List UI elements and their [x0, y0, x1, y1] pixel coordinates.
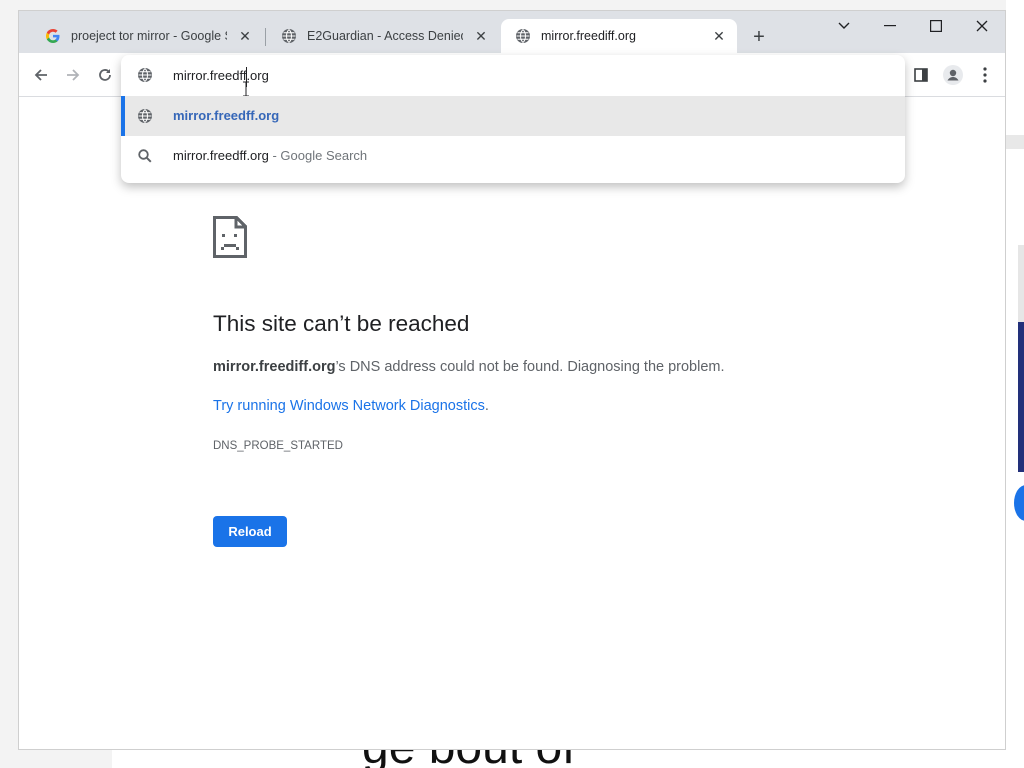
close-icon: [976, 20, 988, 32]
omnibox-suggestion-search[interactable]: mirror.freedff.org - Google Search: [121, 136, 905, 176]
omnibox-input-row: [121, 55, 905, 97]
arrow-right-icon: [67, 69, 80, 81]
suggestion-text: mirror.freedff.org: [173, 148, 269, 163]
network-diagnostics-link[interactable]: Try running Windows Network Diagnostics.: [213, 398, 489, 414]
search-icon: [138, 149, 152, 163]
tab-title: mirror.freediff.org: [541, 29, 636, 43]
chevron-down-icon: [838, 22, 850, 29]
error-code: DNS_PROBE_STARTED: [213, 440, 343, 452]
avatar-icon: [943, 65, 963, 85]
maximize-button[interactable]: [913, 11, 959, 41]
profile-button[interactable]: [941, 63, 965, 87]
bg-element: [1014, 485, 1024, 521]
ibeam-cursor-icon: [243, 81, 249, 97]
tab-title: E2Guardian - Access Denied: [307, 29, 463, 43]
error-description-text: ’s DNS address could not be found. Diagn…: [335, 359, 725, 375]
sad-page-icon: [213, 216, 247, 258]
globe-icon: [516, 29, 530, 43]
side-panel-button[interactable]: [909, 63, 933, 87]
tab-google-search[interactable]: proeject tor mirror - Google Sear ✕: [31, 19, 263, 53]
bg-element: [1018, 322, 1024, 472]
globe-icon: [138, 109, 152, 123]
tab-mirror-freediff[interactable]: mirror.freediff.org ✕: [501, 19, 737, 53]
background-text: ge bout of: [362, 748, 576, 768]
tab-title: proeject tor mirror - Google Sear: [71, 29, 227, 43]
arrow-left-icon: [34, 69, 47, 81]
bg-element: [1006, 135, 1024, 149]
maximize-icon: [930, 20, 942, 32]
tab-e2guardian[interactable]: E2Guardian - Access Denied ✕: [267, 19, 499, 53]
reload-icon: [99, 69, 111, 81]
close-window-button[interactable]: [959, 11, 1005, 41]
minimize-button[interactable]: [867, 11, 913, 41]
error-host: mirror.freediff.org: [213, 359, 336, 375]
browser-window: proeject tor mirror - Google Sear ✕ E2Gu…: [18, 10, 1006, 750]
globe-icon: [282, 29, 296, 43]
error-title: This site can’t be reached: [213, 311, 470, 336]
diagnostics-link-text: Try running Windows Network Diagnostics: [213, 398, 485, 414]
suggestion-text: mirror.freedff.org: [173, 108, 280, 123]
background-window-right-edge: [1006, 0, 1024, 768]
address-bar-input[interactable]: [173, 63, 873, 87]
tab-search-button[interactable]: [821, 11, 867, 41]
close-icon[interactable]: ✕: [473, 28, 489, 45]
reload-button[interactable]: Reload: [213, 516, 287, 547]
tab-separator: [265, 28, 266, 46]
close-icon[interactable]: ✕: [711, 28, 727, 45]
google-g-icon: [46, 29, 60, 43]
minimize-icon: [884, 25, 896, 27]
suggestion-text-wrap: mirror.freedff.org - Google Search: [173, 148, 367, 163]
close-icon[interactable]: ✕: [237, 28, 253, 45]
error-description: mirror.freediff.org’s DNS address could …: [213, 359, 725, 375]
background-window-bottom-edge: ge bout of: [112, 748, 1024, 768]
window-controls: [821, 11, 1005, 41]
diagnostics-link-suffix: .: [484, 398, 489, 414]
new-tab-button[interactable]: +: [747, 25, 771, 49]
suggestion-suffix: - Google Search: [268, 148, 368, 163]
tab-strip: proeject tor mirror - Google Sear ✕ E2Gu…: [19, 11, 1005, 53]
forward-button[interactable]: [61, 63, 85, 87]
globe-icon: [138, 68, 152, 82]
bg-element: [1018, 245, 1024, 325]
kebab-menu-icon: [983, 67, 987, 83]
omnibox-suggestion-url[interactable]: mirror.freedff.org: [121, 96, 905, 136]
reload-toolbar-button[interactable]: [93, 63, 117, 87]
selection-indicator: [121, 96, 125, 136]
menu-button[interactable]: [973, 63, 997, 87]
side-panel-icon: [914, 68, 928, 82]
omnibox-dropdown: mirror.freedff.org mirror.freedff.org - …: [121, 55, 905, 183]
back-button[interactable]: [29, 63, 53, 87]
